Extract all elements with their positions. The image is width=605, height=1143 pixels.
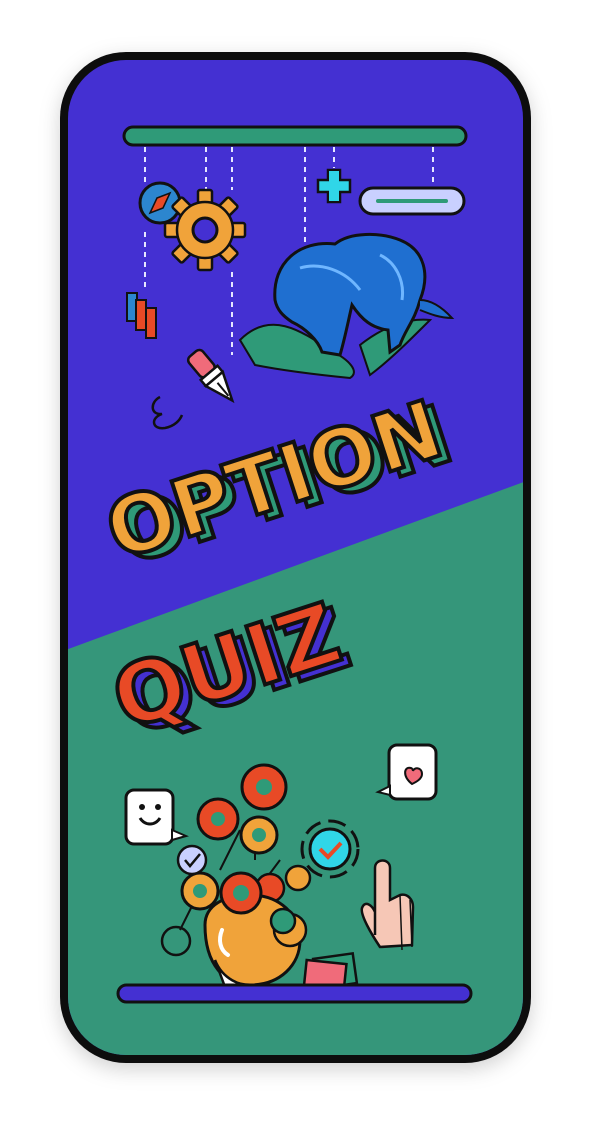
gear-icon [163,188,247,272]
slider-pill-icon [358,186,466,216]
small-check-badge-icon [176,844,208,876]
phone-illustration: OPTION OPTION QUIZ QUIZ [60,52,531,1063]
top-bar [122,125,468,147]
bottom-bar [116,983,473,1004]
